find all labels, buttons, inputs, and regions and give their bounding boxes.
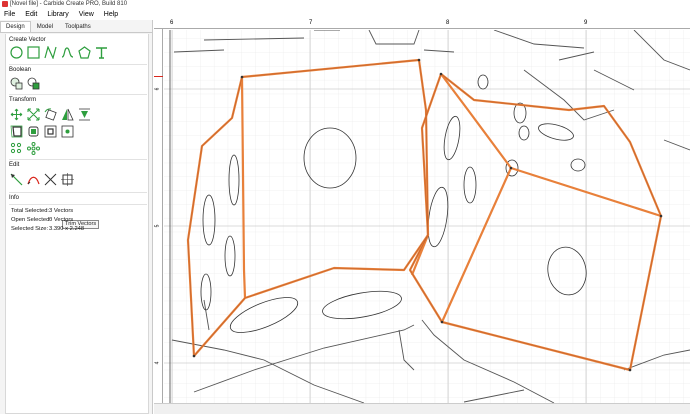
inset-tool-icon[interactable] — [44, 125, 57, 138]
transform-header: Transform — [9, 97, 37, 103]
info-total-selected-value: 3 Vectors — [49, 208, 74, 214]
menu-library[interactable]: Library — [42, 9, 73, 20]
align-tool-icon[interactable] — [78, 108, 91, 121]
boolean-union-icon[interactable] — [10, 77, 23, 90]
polyline-tool-icon[interactable] — [44, 46, 57, 59]
menu-view[interactable]: View — [74, 9, 99, 20]
edit-header: Edit — [9, 162, 20, 168]
divider — [9, 192, 147, 193]
create-vector-header: Create Vector — [9, 37, 46, 43]
panel-tabs: Design Model Toolpaths — [0, 21, 153, 33]
scale-tool-icon[interactable] — [27, 108, 40, 121]
node-edit-icon[interactable] — [10, 173, 23, 186]
info-selected-size-value: 3.390 x 2.248 — [49, 226, 85, 232]
polygon-tool-icon[interactable] — [78, 46, 91, 59]
design-panel: Create Vector Boolean Transform Edit Tri… — [5, 34, 149, 414]
vruler-label-5: 5 — [154, 224, 161, 228]
horizontal-ruler: 6 7 8 9 — [154, 20, 690, 29]
info-open-selected-label: Open Selected: — [11, 217, 51, 223]
ruler-label-8: 8 — [446, 20, 450, 26]
mirror-tool-icon[interactable] — [61, 108, 74, 121]
info-open-selected: Open Selected: 0 Vectors — [11, 217, 73, 223]
menu-bar: File Edit Library View Help — [0, 9, 690, 20]
app-window: [Novel file] - Carbide Create PRO, Build… — [0, 0, 690, 414]
vruler-label-4: 4 — [154, 361, 161, 365]
horizontal-scrollbar[interactable] — [154, 403, 690, 414]
tab-toolpaths[interactable]: Toolpaths — [59, 21, 97, 32]
circular-array-icon[interactable] — [10, 142, 23, 155]
boolean-subtract-icon[interactable] — [27, 77, 40, 90]
divider — [9, 159, 147, 160]
design-canvas[interactable] — [164, 30, 690, 403]
fillet-tool-icon[interactable] — [27, 125, 40, 138]
window-title: [Novel file] - Carbide Create PRO, Build… — [10, 1, 128, 7]
divider — [9, 64, 147, 65]
offset-tool-icon[interactable] — [10, 125, 23, 138]
canvas-drawing[interactable] — [164, 30, 690, 403]
divider — [9, 94, 147, 95]
divider — [9, 204, 147, 205]
ruler-cursor-marker — [154, 76, 163, 77]
left-panel: Design Model Toolpaths Create Vector Boo… — [0, 20, 153, 414]
info-selected-size-label: Selected Size: — [11, 226, 49, 232]
menu-edit[interactable]: Edit — [20, 9, 42, 20]
app-icon — [2, 1, 8, 7]
vertical-ruler: 6 5 4 — [154, 29, 163, 403]
info-total-selected-label: Total Selected: — [11, 208, 50, 214]
tab-design[interactable]: Design — [0, 21, 31, 32]
info-open-selected-value: 0 Vectors — [49, 217, 74, 223]
info-header: Info — [9, 195, 20, 201]
ruler-label-6: 6 — [170, 20, 174, 26]
menu-help[interactable]: Help — [99, 9, 123, 20]
vruler-label-6: 6 — [154, 87, 161, 91]
join-vectors-icon[interactable] — [27, 173, 40, 186]
linear-array-icon[interactable] — [27, 142, 40, 155]
rotate-tool-icon[interactable] — [44, 108, 57, 121]
info-total-selected: Total Selected: 3 Vectors — [11, 208, 73, 214]
ruler-label-9: 9 — [584, 20, 588, 26]
trim-vectors-icon[interactable] — [44, 173, 57, 186]
rectangle-tool-icon[interactable] — [27, 46, 40, 59]
curve-tool-icon[interactable] — [61, 46, 74, 59]
boolean-cut-icon[interactable] — [61, 173, 74, 186]
title-bar: [Novel file] - Carbide Create PRO, Build… — [0, 0, 690, 9]
tab-model[interactable]: Model — [31, 21, 59, 32]
menu-file[interactable]: File — [0, 9, 20, 20]
info-selected-size: Selected Size: 3.390 x 2.248 — [11, 226, 84, 232]
ruler-label-7: 7 — [309, 20, 313, 26]
circle-tool-icon[interactable] — [10, 46, 23, 59]
text-tool-icon[interactable] — [95, 46, 108, 59]
center-tool-icon[interactable] — [61, 125, 74, 138]
move-tool-icon[interactable] — [10, 108, 23, 121]
boolean-header: Boolean — [9, 67, 32, 73]
